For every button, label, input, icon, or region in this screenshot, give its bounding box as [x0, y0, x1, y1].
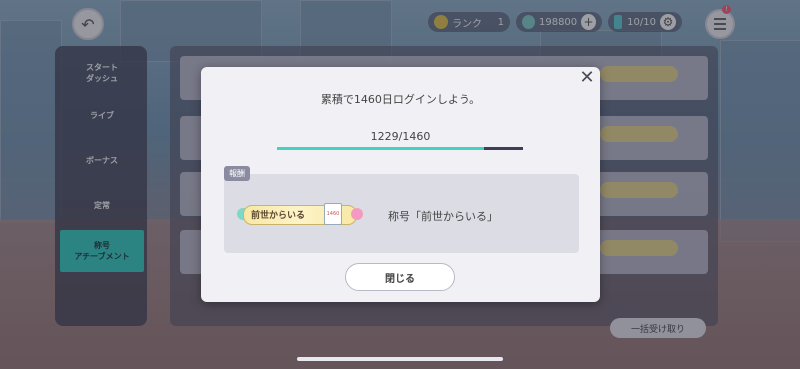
mission-title: 累積で1460日ログインしよう。	[320, 93, 481, 106]
close-button[interactable]: 閉じる	[345, 263, 455, 291]
title-plate-image: 前世からいる 1460	[237, 201, 364, 227]
close-icon[interactable]: ✕	[578, 69, 596, 87]
reward-name: 称号「前世からいる」	[388, 210, 498, 223]
plate-text: 前世からいる	[251, 211, 306, 221]
reward-tag: 報酬	[224, 166, 250, 181]
progress-count: 1229/1460	[370, 130, 431, 143]
plate-card: 1460	[324, 203, 342, 225]
plate-gem-right-icon	[351, 208, 363, 220]
home-indicator[interactable]	[297, 357, 503, 361]
progress-bar	[277, 147, 523, 150]
reward-box: 前世からいる 1460 称号「前世からいる」	[224, 174, 579, 253]
mission-detail-dialog: ✕ 累積で1460日ログインしよう。 1229/1460 前世からいる 1460…	[201, 67, 600, 302]
progress-bar-fill	[277, 147, 485, 150]
